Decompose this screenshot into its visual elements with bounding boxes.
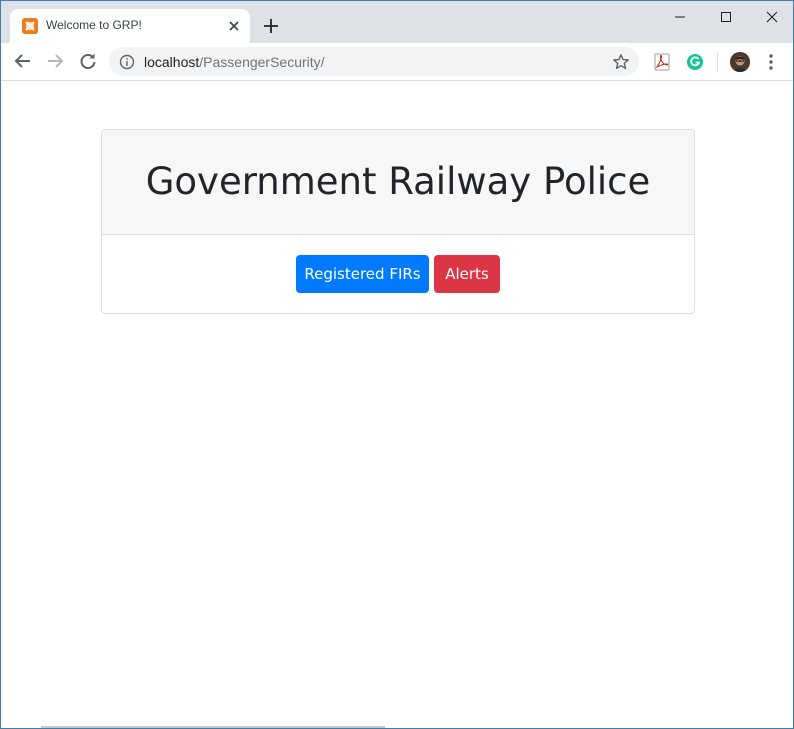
- forward-arrow-icon[interactable]: [45, 51, 65, 71]
- tab-title: Welcome to GRP!: [46, 18, 142, 32]
- site-info-icon[interactable]: [119, 54, 135, 70]
- maximize-window-icon[interactable]: [702, 1, 748, 31]
- close-window-icon[interactable]: [748, 1, 793, 31]
- bookmark-star-icon[interactable]: [612, 53, 630, 71]
- profile-avatar[interactable]: [730, 52, 750, 72]
- main-card: Government Railway Police Registered FIR…: [101, 129, 695, 314]
- tab-strip: Welcome to GRP!: [1, 1, 793, 43]
- more-menu-icon[interactable]: [763, 53, 779, 71]
- bottom-scroll-strip: [41, 726, 385, 728]
- url-text[interactable]: localhost/PassengerSecurity/: [144, 54, 325, 70]
- alerts-button[interactable]: Alerts: [434, 255, 500, 293]
- reload-icon[interactable]: [78, 51, 98, 71]
- browser-window: Welcome to GRP! localhost/PassengerSecur…: [0, 0, 794, 729]
- tab-welcome[interactable]: Welcome to GRP!: [10, 9, 250, 43]
- back-arrow-icon[interactable]: [13, 51, 33, 71]
- toolbar-separator: [717, 53, 718, 71]
- adobe-pdf-icon[interactable]: [653, 53, 671, 71]
- xampp-logo-icon: [22, 18, 38, 34]
- grammarly-icon[interactable]: [686, 53, 704, 71]
- new-tab-plus-icon[interactable]: [261, 16, 281, 36]
- page-title: Government Railway Police: [145, 160, 651, 203]
- url-host: localhost: [144, 54, 200, 70]
- tab-close-icon[interactable]: [226, 18, 242, 34]
- page-viewport: Government Railway Police Registered FIR…: [1, 81, 793, 728]
- card-header: Government Railway Police: [102, 130, 694, 235]
- minimize-window-icon[interactable]: [656, 1, 702, 31]
- address-bar[interactable]: localhost/PassengerSecurity/: [109, 47, 639, 76]
- browser-toolbar: localhost/PassengerSecurity/: [1, 43, 793, 81]
- registered-firs-button[interactable]: Registered FIRs: [296, 255, 429, 293]
- url-path: /PassengerSecurity/: [199, 54, 325, 70]
